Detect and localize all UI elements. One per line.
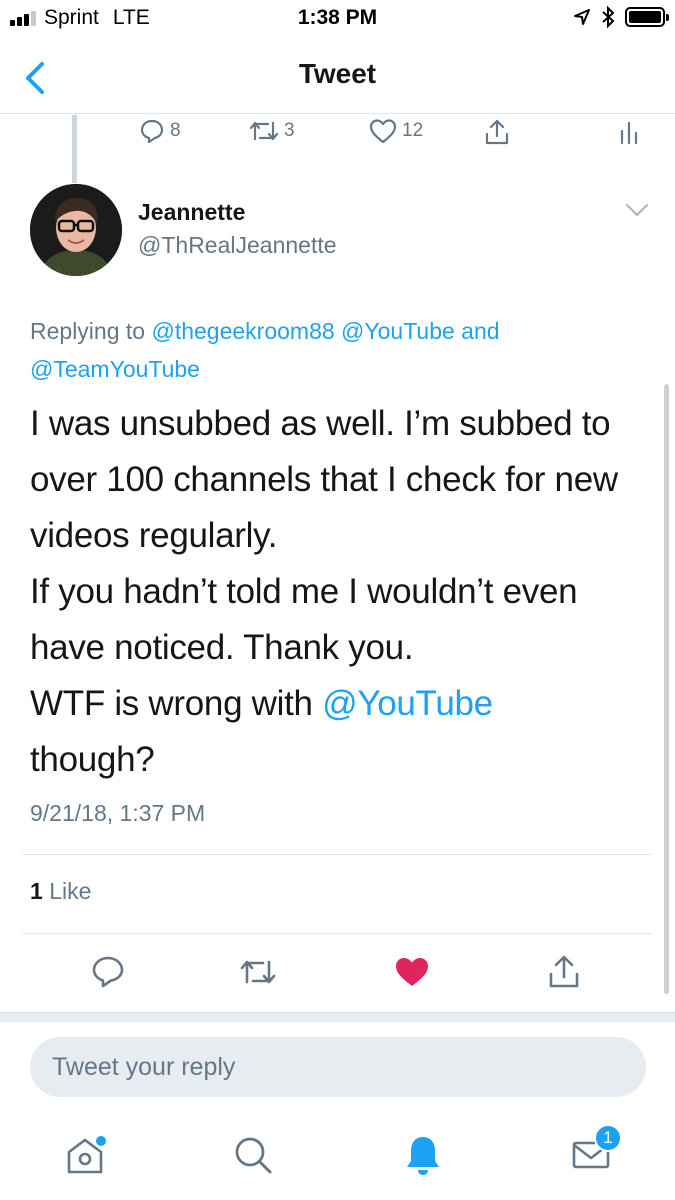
share-icon <box>485 119 509 145</box>
retweet-button[interactable] <box>236 950 280 994</box>
tab-search[interactable] <box>228 1130 278 1180</box>
analytics-icon <box>620 121 638 145</box>
author-name[interactable]: Jeannette <box>138 199 245 226</box>
heart-icon <box>369 119 397 144</box>
messages-badge: 1 <box>594 1124 622 1152</box>
previous-tweet-actions: 8 3 12 <box>0 115 675 145</box>
tab-bar: 1 <box>0 1118 675 1200</box>
nav-bar: Tweet <box>0 40 675 114</box>
retweet-icon <box>249 121 279 141</box>
share-icon <box>549 955 579 988</box>
tweet-text-segment: WTF is wrong with <box>30 684 323 723</box>
retweet-icon <box>240 960 276 984</box>
reply-input[interactable] <box>30 1037 646 1097</box>
tab-notifications[interactable] <box>398 1130 448 1180</box>
divider <box>22 933 652 934</box>
like-count: 1 <box>30 878 43 904</box>
tab-home[interactable] <box>60 1130 110 1180</box>
reply-icon <box>140 119 164 144</box>
replying-prefix: Replying to <box>30 318 146 344</box>
tweet-text: I was unsubbed as well. I’m subbed to ov… <box>30 396 655 788</box>
bell-filled-icon <box>407 1137 439 1175</box>
replying-and[interactable]: and <box>461 318 499 344</box>
prev-analytics-button[interactable] <box>618 117 640 145</box>
tweet-text-segment: though? <box>30 740 155 779</box>
battery-icon <box>625 7 669 27</box>
prev-like-count: 12 <box>402 120 424 141</box>
prev-retweet-count: 3 <box>284 120 295 141</box>
replying-to: Replying to @thegeekroom88 @YouTube and … <box>30 312 640 388</box>
avatar-image <box>30 184 122 276</box>
tweet-text-paragraph: If you hadn’t told me I wouldn’t even ha… <box>30 572 578 667</box>
page-title: Tweet <box>298 58 377 89</box>
author-handle[interactable]: @ThRealJeannette <box>138 232 337 259</box>
status-bar: Sprint LTE 1:38 PM <box>0 0 675 40</box>
like-count-summary[interactable]: 1 Like <box>30 878 91 905</box>
heart-filled-icon <box>396 958 428 986</box>
mention-link[interactable]: @TeamYouTube <box>30 356 200 382</box>
like-button[interactable] <box>390 950 434 994</box>
mention-link[interactable]: @YouTube <box>341 318 455 344</box>
prev-share-button[interactable] <box>482 117 512 147</box>
search-icon <box>235 1137 272 1174</box>
reply-box[interactable] <box>30 1037 646 1097</box>
tweet-text-paragraph: I was unsubbed as well. I’m subbed to ov… <box>30 404 618 555</box>
prev-retweet-button[interactable]: 3 <box>248 117 295 145</box>
prev-reply-count: 8 <box>170 120 181 141</box>
status-right <box>573 6 669 28</box>
like-label: Like <box>49 878 92 904</box>
mention-link[interactable]: @YouTube <box>322 684 493 723</box>
prev-reply-button[interactable]: 8 <box>138 117 181 145</box>
tweet-text-paragraph: WTF is wrong with @YouTube though? <box>30 676 655 788</box>
reply-icon <box>92 956 124 988</box>
tweet-actions <box>0 950 675 994</box>
tweet-timestamp: 9/21/18, 1:37 PM <box>30 800 206 826</box>
share-button[interactable] <box>542 950 586 994</box>
chevron-down-icon[interactable] <box>625 202 649 218</box>
bluetooth-icon <box>602 6 615 28</box>
home-icon <box>67 1136 106 1174</box>
location-arrow-icon <box>574 9 590 25</box>
scrollbar[interactable] <box>664 384 669 994</box>
divider <box>22 854 652 855</box>
reply-button[interactable] <box>86 950 130 994</box>
tab-messages[interactable]: 1 <box>566 1124 622 1180</box>
mention-link[interactable]: @thegeekroom88 <box>151 318 334 344</box>
prev-like-button[interactable]: 12 <box>368 117 423 145</box>
author-avatar[interactable] <box>30 184 122 276</box>
section-separator <box>0 1012 675 1022</box>
